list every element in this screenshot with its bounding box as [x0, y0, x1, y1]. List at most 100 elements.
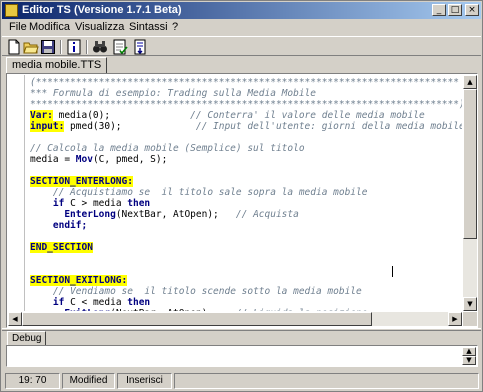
code-line[interactable] [30, 231, 462, 242]
minimize-button[interactable]: _ [432, 4, 446, 16]
code-text[interactable]: (***************************************… [30, 77, 462, 311]
debug-scrollbar[interactable]: ▲ ▼ [462, 347, 476, 365]
scroll-up-icon[interactable]: ▲ [462, 347, 476, 356]
code-token: if [52, 198, 65, 209]
menu-help[interactable]: ? [172, 21, 178, 33]
code-token: media(0); [52, 110, 191, 121]
horizontal-scrollbar[interactable]: ◀ ▶ [8, 312, 462, 326]
code-token: (C, pmed, S); [92, 154, 168, 165]
code-token: // Conterra' il valore delle media mobil… [190, 110, 425, 121]
scroll-up-icon[interactable]: ▲ [463, 75, 477, 89]
code-token: SECTION_EXITLONG: [30, 275, 128, 286]
toolbar-separator [60, 40, 62, 54]
tab-media-mobile[interactable]: media mobile.TTS [6, 57, 108, 73]
window-title: Editor TS (Versione 1.7.1 Beta) [22, 4, 182, 16]
title-bar[interactable]: Editor TS (Versione 1.7.1 Beta) _ □ × [2, 2, 481, 19]
code-line[interactable]: Var: media(0); // Conterra' il valore de… [30, 110, 462, 121]
scroll-right-icon[interactable]: ▶ [448, 312, 462, 326]
save-icon[interactable] [40, 39, 56, 55]
vertical-scrollbar[interactable]: ▲ ▼ [463, 75, 477, 311]
code-token: ExitLong [64, 308, 110, 311]
code-line[interactable]: if C < media then [30, 297, 462, 308]
tab-debug[interactable]: Debug [7, 331, 47, 345]
code-token: // Acquista [235, 209, 299, 220]
find-binoculars-icon[interactable] [92, 39, 108, 55]
code-token: // Input dell'utente: giorni della media… [195, 121, 462, 132]
scroll-corner [463, 312, 477, 326]
toolbar [2, 36, 481, 56]
new-file-icon[interactable] [6, 39, 22, 55]
scroll-down-icon[interactable]: ▼ [463, 297, 477, 311]
code-line[interactable]: input: pmed(30); // Input dell'utente: g… [30, 121, 462, 132]
code-token: input: [30, 121, 65, 132]
editor-frame: (***************************************… [6, 73, 478, 328]
code-token: // Liquida la posizione [236, 308, 368, 311]
code-token: C > media [64, 198, 128, 209]
code-line[interactable]: ExitLong(NextBar, AtOpen); // Liquida la… [30, 308, 462, 311]
code-token: ****************************************… [30, 99, 462, 110]
code-line[interactable]: SECTION_ENTERLONG: [30, 176, 462, 187]
code-token: Var: [30, 110, 53, 121]
code-token: pmed(30); [64, 121, 196, 132]
code-line[interactable] [30, 253, 462, 264]
code-line[interactable]: SECTION_EXITLONG: [30, 275, 462, 286]
text-caret [392, 266, 393, 277]
toolbar-separator [86, 40, 88, 54]
code-line[interactable]: END_SECTION [30, 242, 462, 253]
code-line[interactable]: (***************************************… [30, 77, 462, 88]
close-button[interactable]: × [465, 4, 479, 16]
code-line[interactable]: EnterLong(NextBar, AtOpen); // Acquista [30, 209, 462, 220]
info-icon[interactable] [66, 39, 82, 55]
code-line[interactable]: endif; [30, 220, 462, 231]
status-empty [174, 373, 479, 389]
maximize-button[interactable]: □ [448, 4, 462, 16]
panel-splitter[interactable] [2, 328, 481, 331]
status-bar: 19: 70 Modified Inserisci [2, 371, 481, 390]
code-line[interactable]: ****************************************… [30, 99, 462, 110]
code-editor[interactable]: (***************************************… [8, 75, 462, 311]
menu-bar: File Modifica Visualizza Sintassi ? [2, 19, 481, 36]
syntax-check-icon[interactable] [112, 39, 128, 55]
code-token: END_SECTION [30, 242, 93, 253]
insert-mode-status: Inserisci [117, 373, 172, 389]
code-line[interactable]: if C > media then [30, 198, 462, 209]
scroll-left-icon[interactable]: ◀ [8, 312, 22, 326]
code-line[interactable] [30, 264, 462, 275]
vertical-scroll-thumb[interactable] [463, 89, 477, 239]
code-token: media = [30, 154, 76, 165]
code-line[interactable] [30, 132, 462, 143]
code-line[interactable]: // Calcola la media mobile (Semplice) su… [30, 143, 462, 154]
code-token: // Vendiamo se il titolo scende sotto la… [52, 286, 362, 297]
menu-visualizza[interactable]: Visualizza [75, 21, 124, 33]
modified-status: Modified [62, 373, 115, 389]
code-line[interactable]: // Acquistiamo se il titolo sale sopra l… [30, 187, 462, 198]
code-token: EnterLong [64, 209, 116, 220]
menu-sintassi[interactable]: Sintassi [129, 21, 168, 33]
code-token: (NextBar, AtOpen); [110, 308, 236, 311]
code-line[interactable]: media = Mov(C, pmed, S); [30, 154, 462, 165]
app-icon [5, 4, 18, 17]
menu-modifica[interactable]: Modifica [29, 21, 70, 33]
horizontal-scroll-thumb[interactable] [22, 312, 372, 326]
code-token: C < media [64, 297, 128, 308]
compile-icon[interactable] [132, 39, 148, 55]
code-line[interactable] [30, 165, 462, 176]
cursor-position: 19: 70 [5, 373, 60, 389]
document-tabs: media mobile.TTS [2, 57, 481, 73]
code-token: Mov [75, 154, 93, 165]
debug-panel[interactable]: ▲ ▼ [6, 345, 478, 367]
scroll-down-icon[interactable]: ▼ [462, 356, 476, 365]
code-token: if [52, 297, 65, 308]
open-folder-icon[interactable] [23, 39, 39, 55]
code-token: (***************************************… [30, 77, 459, 88]
code-token: then [127, 297, 151, 308]
code-token: (NextBar, AtOpen); [115, 209, 236, 220]
code-line[interactable]: *** Formula di esempio: Trading sulla Me… [30, 88, 462, 99]
menu-file[interactable]: File [9, 21, 27, 33]
code-line[interactable]: // Vendiamo se il titolo scende sotto la… [30, 286, 462, 297]
